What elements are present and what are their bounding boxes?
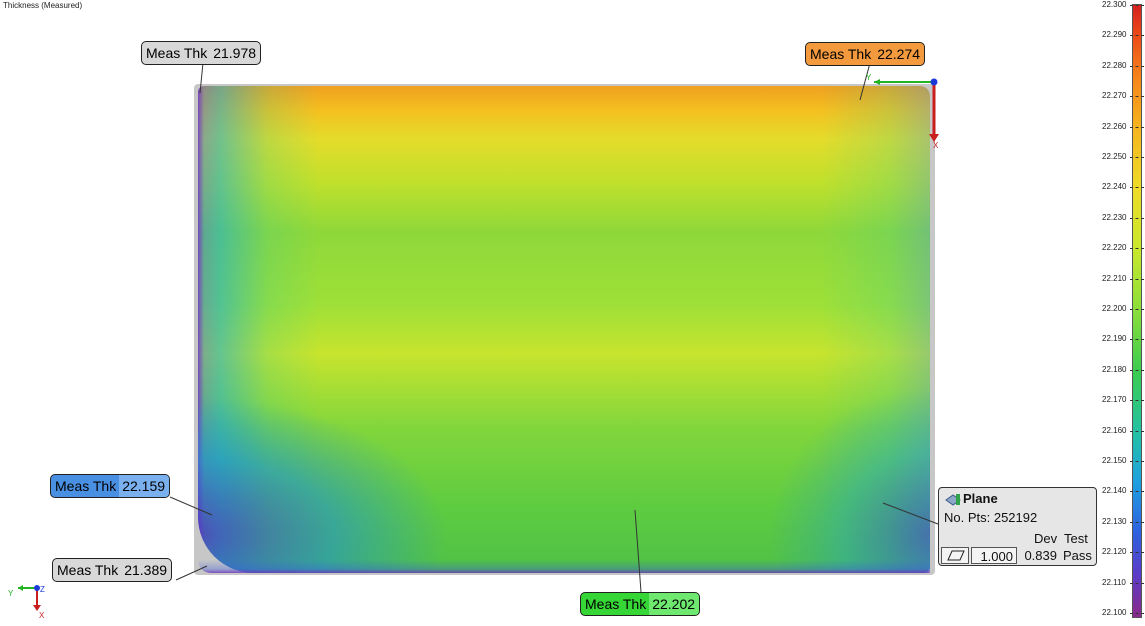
plane-icon [945, 494, 961, 506]
legend-tick-label: 22.280 [1102, 60, 1127, 70]
legend-tick-label: 22.250 [1102, 152, 1127, 161]
axis-x-label: X [933, 141, 939, 150]
legend-tick-label: 22.210 [1102, 273, 1127, 283]
legend-tick-label: 22.180 [1102, 364, 1127, 374]
legend-tick-label: 22.300 [1102, 0, 1127, 9]
legend-tick-mark [1130, 461, 1144, 462]
legend-tick-mark [1130, 552, 1144, 554]
tolerance-value: 1.000 [971, 547, 1017, 564]
callout-label: Meas Thk [585, 596, 647, 612]
legend-tick-label: 22.230 [1102, 212, 1127, 222]
legend-tick-label: 22.140 [1102, 486, 1127, 496]
legend-tick-label: 22.110 [1102, 577, 1126, 587]
legend-tick-mark [1130, 65, 1144, 67]
test-result: Pass [1063, 548, 1092, 563]
legend-tick-mark [1130, 491, 1144, 493]
legend-tick-mark [1130, 430, 1144, 432]
legend-tick-mark [1130, 35, 1144, 37]
legend-tick-mark [1130, 126, 1144, 128]
callout-meas-thk-top-left[interactable]: Meas Thk 21.978 [141, 41, 262, 65]
legend-tick-label: 22.290 [1102, 30, 1127, 40]
legend-tick-mark [1130, 217, 1144, 219]
legend-tick-mark [1130, 96, 1144, 98]
legend-tick-label: 22.170 [1102, 395, 1127, 405]
callout-meas-thk-bottom-left[interactable]: Meas Thk 21.389 [52, 558, 173, 582]
legend-tick-mark [1130, 521, 1144, 523]
legend-tick-label: 22.190 [1102, 334, 1127, 344]
legend-tick-mark [1130, 613, 1144, 614]
col-header-dev: Dev [1034, 531, 1058, 546]
legend-tick-mark [1130, 5, 1144, 6]
callout-meas-thk-bottom-left-blue[interactable]: Meas Thk 22.159 [50, 474, 171, 498]
map-title: Thickness (Measured) [3, 1, 83, 10]
callout-value: 22.159 [119, 475, 170, 497]
flatness-icon [941, 547, 969, 564]
legend-tick-label: 22.200 [1102, 304, 1127, 313]
callout-meas-thk-bottom-center[interactable]: Meas Thk 22.202 [580, 592, 701, 616]
flatness-row: 1.000 0.839 Pass [941, 547, 1094, 564]
axis-y-label: Y [866, 73, 872, 82]
callout-meas-thk-top-right[interactable]: Meas Thk 22.274 [805, 42, 926, 66]
callout-label: Meas Thk [146, 45, 208, 61]
callout-label: Meas Thk [57, 562, 119, 578]
axis-triad-top-right [874, 78, 939, 142]
callout-value: 22.202 [649, 593, 700, 615]
deviation-value: 0.839 [1024, 548, 1057, 563]
legend-tick-label: 22.220 [1102, 243, 1127, 253]
panel-point-count: No. Pts: 252192 [944, 510, 1038, 525]
thickness-edge-shading [198, 560, 930, 573]
callout-label: Meas Thk [810, 46, 872, 62]
legend-tick-mark [1130, 582, 1144, 584]
axis-y-label: Y [8, 589, 14, 598]
legend-tick-mark [1130, 309, 1144, 310]
axis-z-label: Z [40, 585, 45, 594]
axis-x-label: X [39, 611, 45, 620]
legend-tick-mark [1130, 187, 1144, 189]
panel-title: Plane [963, 491, 998, 506]
callout-value: 21.389 [124, 562, 168, 578]
legend-tick-label: 22.160 [1102, 425, 1127, 435]
legend-tick-label: 22.120 [1102, 547, 1127, 557]
callout-value: 21.978 [213, 45, 257, 61]
legend-tick-label: 22.100 [1102, 608, 1127, 617]
plane-info-panel[interactable]: Plane No. Pts: 252192 Dev Test 1.000 0.8… [938, 487, 1097, 566]
legend-tick-label: 22.130 [1102, 516, 1127, 526]
legend-tick-mark [1130, 157, 1144, 158]
legend-tick-label: 22.150 [1102, 456, 1127, 465]
legend-tick-mark [1130, 400, 1144, 402]
legend-tick-mark [1130, 339, 1144, 341]
callout-label: Meas Thk [55, 478, 117, 494]
col-header-test: Test [1064, 531, 1088, 546]
legend-tick-mark [1130, 369, 1144, 371]
legend-tick-label: 22.270 [1102, 91, 1127, 101]
thickness-color-map[interactable] [198, 86, 930, 573]
legend-tick-mark [1130, 278, 1144, 280]
callout-value: 22.274 [877, 46, 921, 62]
legend-tick-mark [1130, 248, 1144, 250]
legend-tick-label: 22.260 [1102, 121, 1127, 131]
legend-tick-label: 22.240 [1102, 182, 1127, 192]
